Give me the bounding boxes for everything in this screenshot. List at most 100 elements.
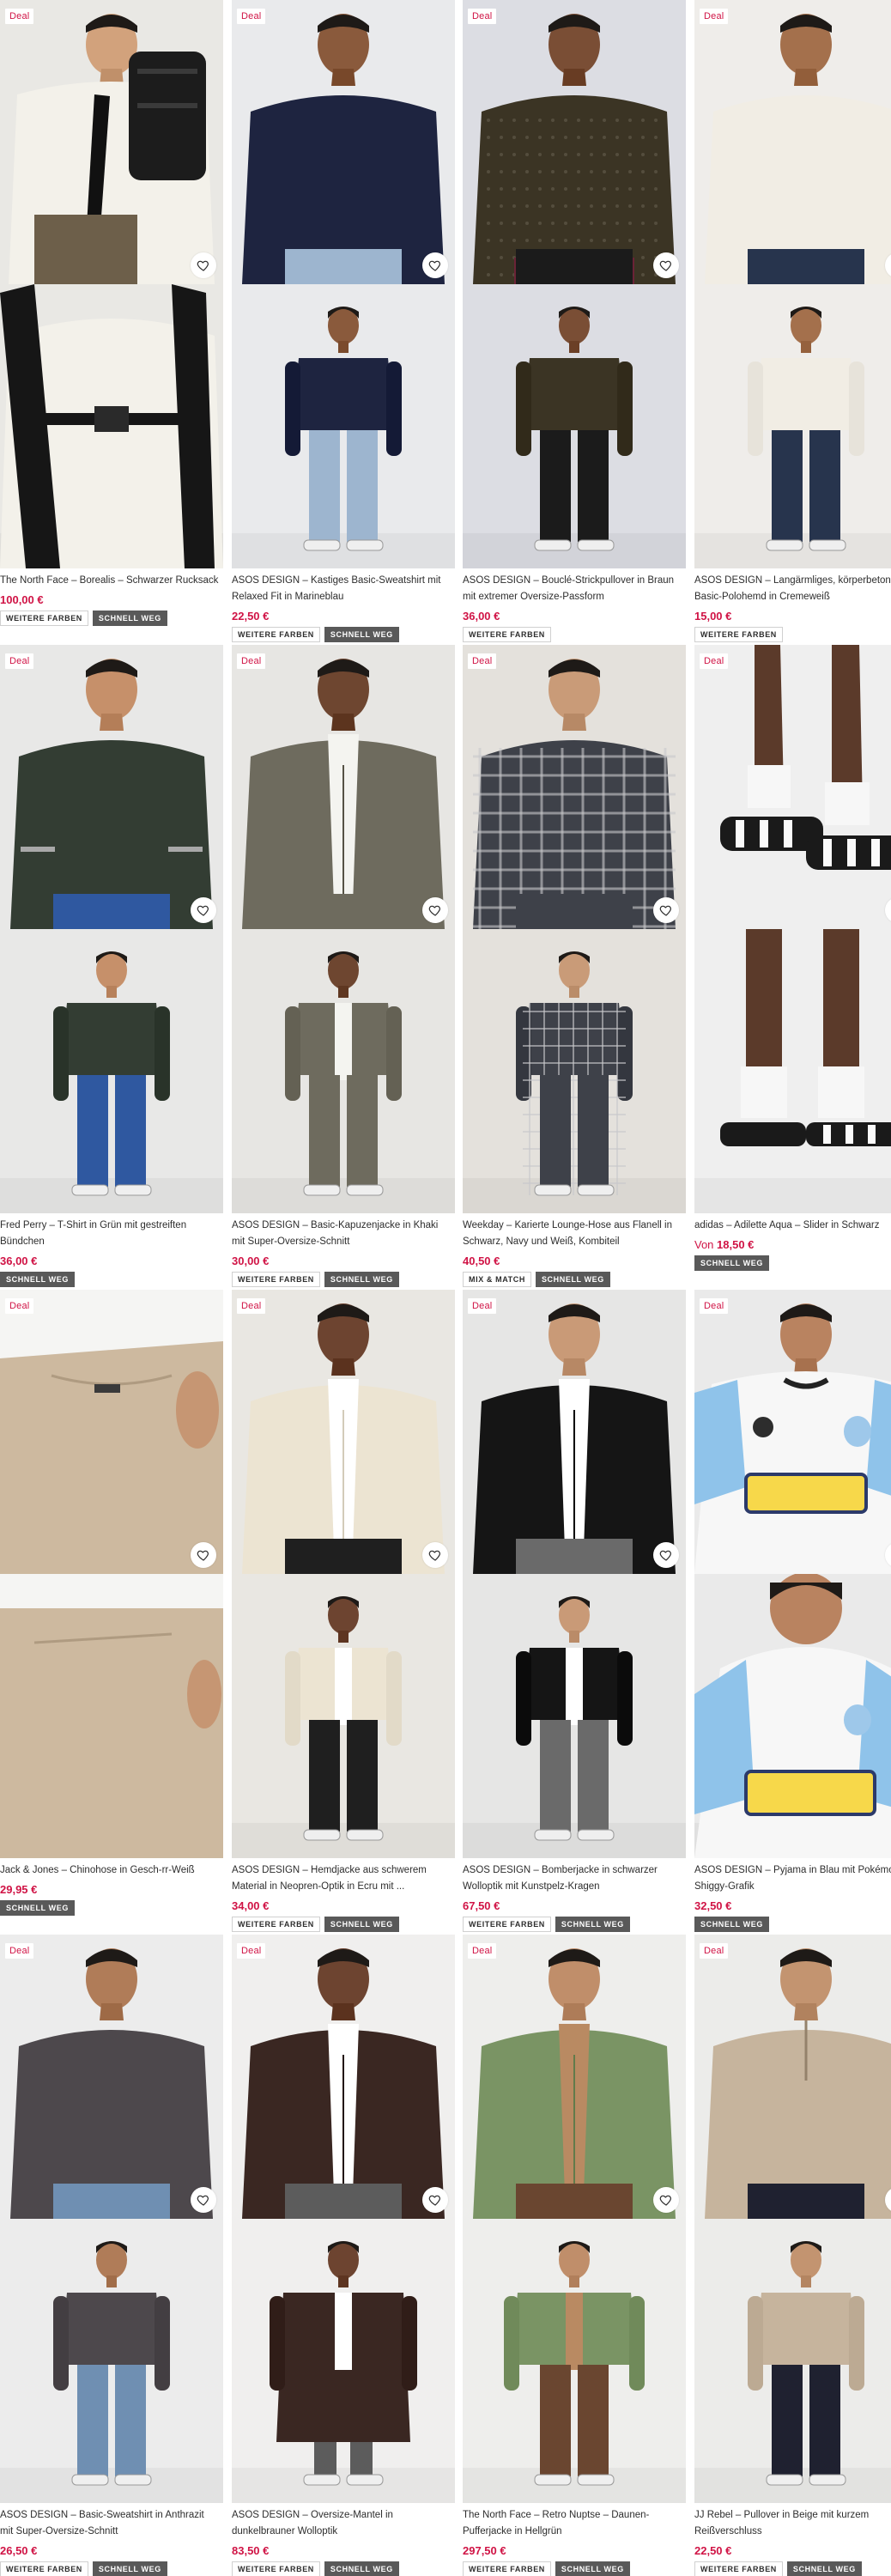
deal-badge: Deal [468,1298,497,1314]
product-price: 100,00 € [0,593,44,606]
product-tag: SCHNELL WEG [694,1917,769,1932]
product-image[interactable] [463,1935,686,2503]
product-image[interactable] [463,645,686,1213]
product-image-closeup [232,0,455,284]
product-image[interactable] [0,0,223,568]
save-for-later-button[interactable] [422,897,448,923]
product-tag: WEITERE FARBEN [463,1917,551,1932]
product-image-closeup [232,1290,455,1574]
heart-icon [659,1548,673,1562]
product-price: 34,00 € [232,1899,269,1912]
save-for-later-button[interactable] [422,1542,448,1568]
product-title[interactable]: ASOS DESIGN – Hemdjacke aus schwerem Mat… [232,1862,452,1895]
product-image[interactable] [232,645,455,1213]
product-tags: WEITERE FARBEN SCHNELL WEG [0,2561,167,2576]
product-image[interactable] [232,0,455,568]
save-for-later-button[interactable] [191,2187,216,2213]
product-card[interactable]: Deal The North Face – Borealis – Schwarze… [0,0,223,644]
product-title[interactable]: ASOS DESIGN – Langärmliges, körperbetont… [694,573,891,605]
product-card[interactable]: Deal ASOS DESIGN – Kastiges Basic-Sweatsh… [232,0,455,644]
product-tags: WEITERE FARBEN SCHNELL WEG [463,1917,630,1932]
product-title[interactable]: Jack & Jones – Chinohose in Gesch-rr-Wei… [0,1862,220,1879]
product-title[interactable]: Fred Perry – T-Shirt in Grün mit gestrei… [0,1218,220,1250]
save-for-later-button[interactable] [191,1542,216,1568]
product-image[interactable] [232,1290,455,1858]
product-card[interactable]: Deal ASOS DESIGN – Pyjama in Blau mit Pok… [694,1290,891,1934]
product-tags: MIX & MATCH SCHNELL WEG [463,1272,610,1287]
product-title[interactable]: ASOS DESIGN – Bomberjacke in schwarzer W… [463,1862,682,1895]
product-image[interactable] [463,0,686,568]
product-card[interactable]: Deal ASOS DESIGN – Basic-Kapuzenjacke in … [232,645,455,1289]
save-for-later-button[interactable] [653,897,679,923]
price-value: 22,50 € [232,610,270,623]
product-price: 40,50 € [463,1255,500,1267]
heart-icon [197,903,210,917]
heart-icon [659,258,673,272]
product-price: Von 18,50 € [694,1238,754,1251]
product-title[interactable]: ASOS DESIGN – Basic-Kapuzenjacke in Khak… [232,1218,452,1250]
product-image[interactable] [694,0,891,568]
heart-icon [428,1548,442,1562]
product-image[interactable] [0,1290,223,1858]
product-title[interactable]: ASOS DESIGN – Oversize-Mantel in dunkelb… [232,2507,452,2540]
product-price: 22,50 € [694,2544,731,2557]
save-for-later-button[interactable] [653,1542,679,1568]
product-title[interactable]: ASOS DESIGN – Pyjama in Blau mit Pokémon… [694,1862,891,1895]
product-tag: WEITERE FARBEN [0,611,88,626]
product-price: 297,50 € [463,2544,506,2557]
product-title[interactable]: Weekday – Karierte Lounge-Hose aus Flane… [463,1218,682,1250]
product-tag: MIX & MATCH [463,1272,531,1287]
product-card[interactable]: Deal ASOS DESIGN – Oversize-Mantel in dun… [232,1935,455,2576]
heart-icon [197,2193,210,2207]
product-tag: WEITERE FARBEN [463,2561,551,2576]
product-tag: WEITERE FARBEN [232,2561,320,2576]
product-image[interactable] [0,1935,223,2503]
product-title[interactable]: JJ Rebel – Pullover in Beige mit kurzem … [694,2507,891,2540]
product-image[interactable] [463,1290,686,1858]
product-card[interactable]: Deal ASOS DESIGN – Bouclé-Strickpullover … [463,0,686,644]
product-image[interactable] [694,1935,891,2503]
product-title[interactable]: ASOS DESIGN – Basic-Sweatshirt in Anthra… [0,2507,220,2540]
save-for-later-button[interactable] [653,2187,679,2213]
product-card[interactable]: Deal JJ Rebel – Pullover in Beige mit kur… [694,1935,891,2576]
save-for-later-button[interactable] [422,2187,448,2213]
product-tag: SCHNELL WEG [555,1917,630,1932]
save-for-later-button[interactable] [191,897,216,923]
product-card[interactable]: Deal ASOS DESIGN – Bomberjacke in schwarz… [463,1290,686,1934]
product-image-closeup [0,0,223,284]
product-card[interactable]: Deal ASOS DESIGN – Hemdjacke aus schwerem… [232,1290,455,1934]
product-image[interactable] [694,645,891,1213]
product-card[interactable]: Deal Weekday – Karierte Lounge-Hose aus F… [463,645,686,1289]
product-image-closeup [0,645,223,929]
save-for-later-button[interactable] [191,252,216,278]
product-tag: SCHNELL WEG [555,2561,630,2576]
product-image[interactable] [694,1290,891,1858]
product-card[interactable]: Deal Fred Perry – T-Shirt in Grün mit ges… [0,645,223,1289]
product-image-closeup [463,645,686,929]
product-image-closeup [463,1290,686,1574]
product-image[interactable] [0,645,223,1213]
product-card[interactable]: Deal adidas – Adilette Aqua – Slider in S… [694,645,891,1289]
product-image-model [694,284,891,568]
product-title[interactable]: The North Face – Borealis – Schwarzer Ru… [0,573,220,589]
product-tags: WEITERE FARBEN SCHNELL WEG [0,611,167,626]
product-title[interactable]: ASOS DESIGN – Bouclé-Strickpullover in B… [463,573,682,605]
product-card[interactable]: Deal The North Face – Retro Nuptse – Daun… [463,1935,686,2576]
product-image-model [232,284,455,568]
product-card[interactable]: Deal ASOS DESIGN – Langärmliges, körperbe… [694,0,891,644]
price-value: 100,00 € [0,593,44,606]
deal-badge: Deal [700,1943,729,1959]
product-card[interactable]: Deal ASOS DESIGN – Basic-Sweatshirt in An… [0,1935,223,2576]
product-title[interactable]: ASOS DESIGN – Kastiges Basic-Sweatshirt … [232,573,452,605]
price-value: 297,50 € [463,2544,506,2557]
product-title[interactable]: The North Face – Retro Nuptse – Daunen-P… [463,2507,682,2540]
price-value: 67,50 € [463,1899,500,1912]
deal-badge: Deal [237,1943,266,1959]
product-image[interactable] [232,1935,455,2503]
product-card[interactable]: Deal Jack & Jones – Chinohose in Gesch-rr… [0,1290,223,1934]
save-for-later-button[interactable] [422,252,448,278]
save-for-later-button[interactable] [653,252,679,278]
product-tags: WEITERE FARBEN SCHNELL WEG [463,2561,630,2576]
product-title[interactable]: adidas – Adilette Aqua – Slider in Schwa… [694,1218,891,1234]
product-image-model [0,2219,223,2503]
